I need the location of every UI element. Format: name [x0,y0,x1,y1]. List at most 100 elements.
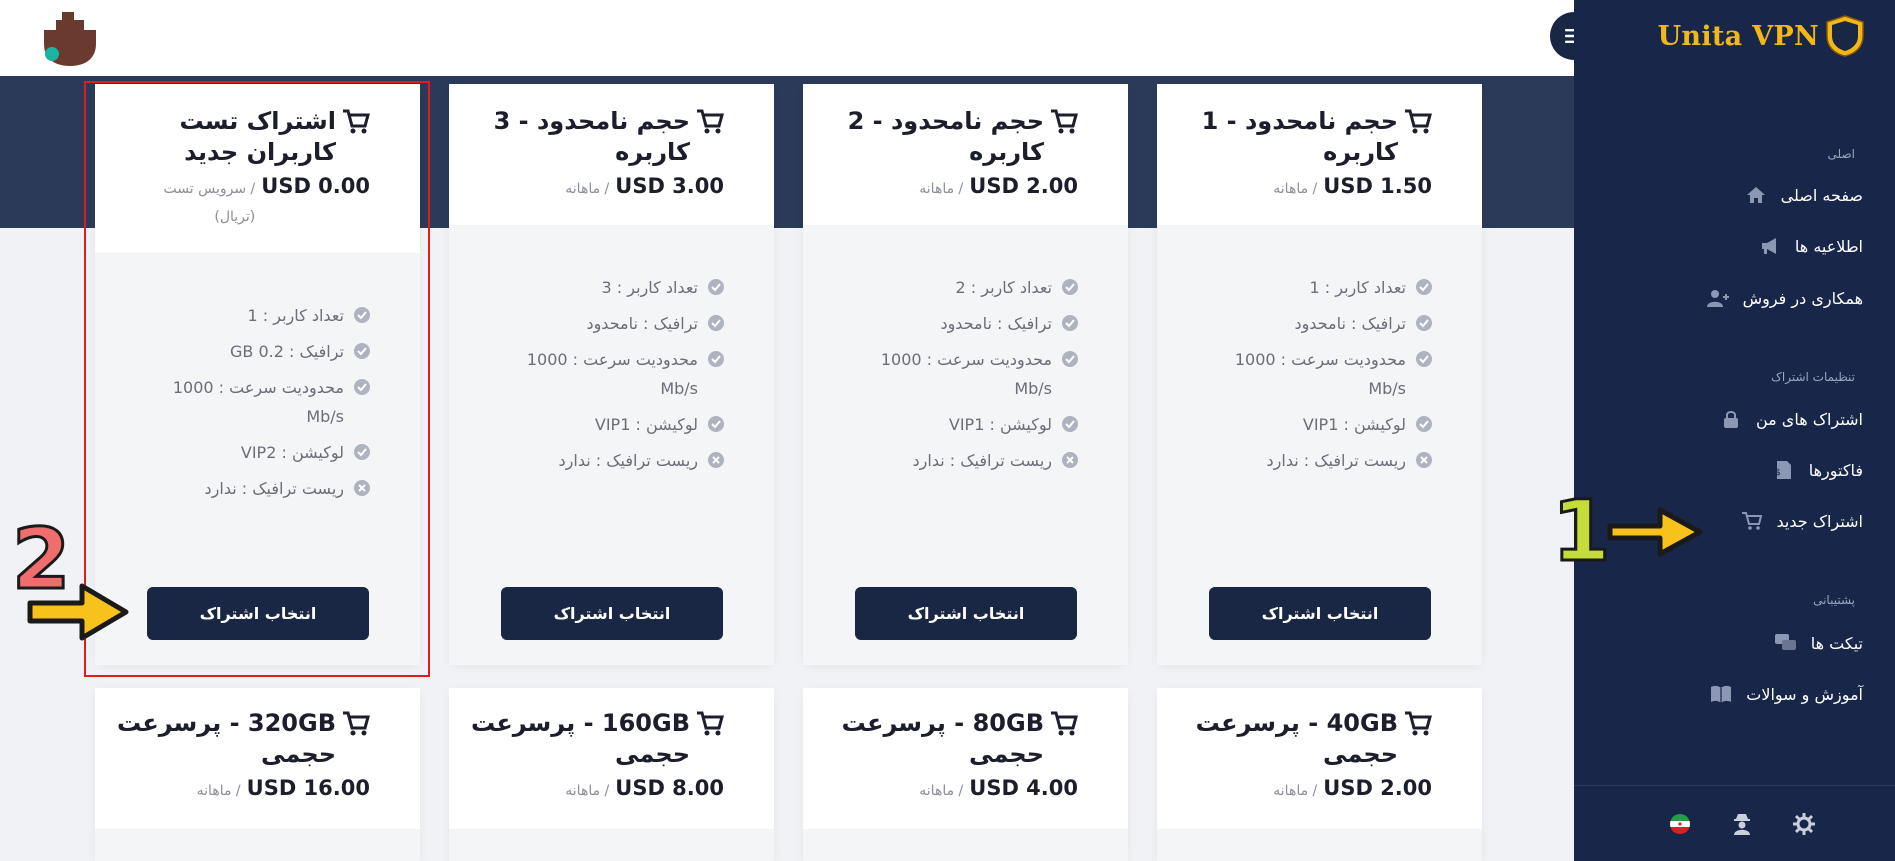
plan-price: USD 1.50 [1323,174,1432,198]
plan-card: 160GB - پرسرعت حجمی USD 8.00 / ماهانه [449,688,774,861]
check-icon [354,307,370,323]
check-icon [1416,315,1432,331]
iran-flag-icon[interactable] [1668,812,1692,836]
sidebar-item-invoices[interactable]: $ فاکتورها [1773,459,1863,481]
annotation-arrow-2: 2 [11,509,129,641]
plan-feature: محدودیت سرعت : 1000 Mb/s [95,373,420,431]
cart-icon [343,109,370,134]
invoice-icon: $ [1773,459,1795,481]
annotation-arrow-1: 1 [1551,481,1703,580]
cart-icon [1051,109,1078,134]
x-icon [1062,452,1078,468]
plan-feature: ترافیک : نامحدود [1157,309,1482,338]
check-icon [354,444,370,460]
sidebar-item-home[interactable]: صفحه اصلی [1745,184,1863,206]
sidebar-item-label: همکاری در فروش [1742,288,1863,308]
sidebar-item-new-subscription[interactable]: اشتراک جدید [1741,510,1864,532]
check-icon [708,279,724,295]
user-plus-icon [1706,287,1729,309]
plan-card: 40GB - پرسرعت حجمی USD 2.00 / ماهانه [1157,688,1482,861]
plan-period: / ماهانه [1273,181,1318,197]
sidebar-item-affiliate[interactable]: همکاری در فروش [1706,287,1863,309]
plan-period: / سرویس تست (تریال) [163,181,256,225]
gear-icon[interactable] [1792,812,1816,836]
select-plan-button[interactable]: انتخاب اشتراک [147,587,369,640]
sidebar-item-announcements[interactable]: اطلاعیه ها [1759,235,1863,257]
plan-period: / ماهانه [919,783,964,799]
section-title-subscription: تنظیمات اشتراک [1771,370,1855,384]
sidebar: Unita VPN اصلی صفحه اصلی اطلاعیه ها همکا… [1574,0,1895,861]
x-icon [1416,452,1432,468]
plan-period: / ماهانه [565,783,610,799]
plan-feature: تعداد کاربر : 1 [95,301,420,330]
plan-feature: تعداد کاربر : 3 [449,273,774,302]
plan-feature: ترافیک : نامحدود [803,309,1128,338]
select-plan-button[interactable]: انتخاب اشتراک [501,587,723,640]
home-icon [1745,184,1767,206]
plan-feature: ریست ترافیک : ندارد [1157,446,1482,475]
check-icon [708,351,724,367]
brand-name: Unita VPN [1657,20,1819,52]
cart-icon [1405,711,1432,736]
plan-feature: لوکیشن : VIP1 [449,410,774,439]
sidebar-item-label: تیکت ها [1810,633,1863,653]
check-icon [1062,279,1078,295]
sidebar-item-label: اشتراک های من [1755,409,1863,429]
plan-price: USD 2.00 [969,174,1078,198]
plan-title: 80GB - پرسرعت حجمی [841,709,1044,768]
plan-feature: لوکیشن : VIP1 [1157,410,1482,439]
plan-card-header: اشتراک تست کاربران جدید USD 0.00 / سرویس… [95,84,420,253]
check-icon [708,416,724,432]
check-icon [708,315,724,331]
cart-icon [697,711,724,736]
plan-card: 80GB - پرسرعت حجمی USD 4.00 / ماهانه [803,688,1128,861]
plan-card: حجم نامحدود - 3 کاربره USD 3.00 / ماهانه… [449,84,774,665]
plan-title: حجم نامحدود - 1 کاربره [1201,107,1398,166]
brand[interactable]: Unita VPN [1658,14,1865,58]
plan-feature: محدودیت سرعت : 1000 Mb/s [803,345,1128,403]
sidebar-item-label: اطلاعیه ها [1794,236,1863,256]
check-icon [1416,416,1432,432]
plan-title: اشتراک تست کاربران جدید [179,107,336,166]
plan-feature: محدودیت سرعت : 1000 Mb/s [1157,345,1482,403]
select-plan-button[interactable]: انتخاب اشتراک [1209,587,1431,640]
plan-feature: محدودیت سرعت : 1000 Mb/s [449,345,774,403]
plan-card-header: حجم نامحدود - 1 کاربره USD 1.50 / ماهانه [1157,84,1482,225]
sidebar-item-label: صفحه اصلی [1780,185,1863,205]
plan-title: 320GB - پرسرعت حجمی [116,709,336,768]
plan-feature: ترافیک : GB 0.2 [95,337,420,366]
plan-title: 160GB - پرسرعت حجمی [470,709,690,768]
book-icon [1710,683,1732,705]
sidebar-item-label: اشتراک جدید [1776,511,1864,531]
section-title-main: اصلی [1827,147,1856,161]
plan-card-header: حجم نامحدود - 2 کاربره USD 2.00 / ماهانه [803,84,1128,225]
plan-feature: لوکیشن : VIP1 [803,410,1128,439]
megaphone-icon [1759,235,1781,257]
plan-price: USD 0.00 [261,174,370,198]
marker-2-label: 2 [12,510,70,608]
svg-text:$: $ [1777,468,1781,478]
lock-icon [1720,408,1742,430]
sidebar-item-my-subscriptions[interactable]: اشتراک های من [1720,408,1863,430]
cart-icon [1405,109,1432,134]
user-spy-icon[interactable] [1730,812,1754,836]
cart-icon [1741,510,1763,532]
select-plan-button[interactable]: انتخاب اشتراک [855,587,1077,640]
plan-card: 320GB - پرسرعت حجمی USD 16.00 / ماهانه [95,688,420,861]
plan-period: / ماهانه [919,181,964,197]
plan-title: حجم نامحدود - 3 کاربره [493,107,690,166]
top-bar [0,0,1574,76]
plan-price: USD 2.00 [1323,776,1432,800]
chat-icon [1774,632,1797,654]
sidebar-item-tickets[interactable]: تیکت ها [1774,632,1863,654]
plan-period: / ماهانه [565,181,610,197]
plan-period: / ماهانه [1273,783,1318,799]
sidebar-item-tutorials[interactable]: آموزش و سوالات [1710,683,1863,705]
brand-shield-icon [1826,15,1864,57]
check-icon [354,379,370,395]
check-icon [354,343,370,359]
plan-feature: ریست ترافیک : ندارد [95,474,420,503]
sidebar-footer [1574,785,1895,861]
x-icon [354,480,370,496]
cart-icon [1051,711,1078,736]
